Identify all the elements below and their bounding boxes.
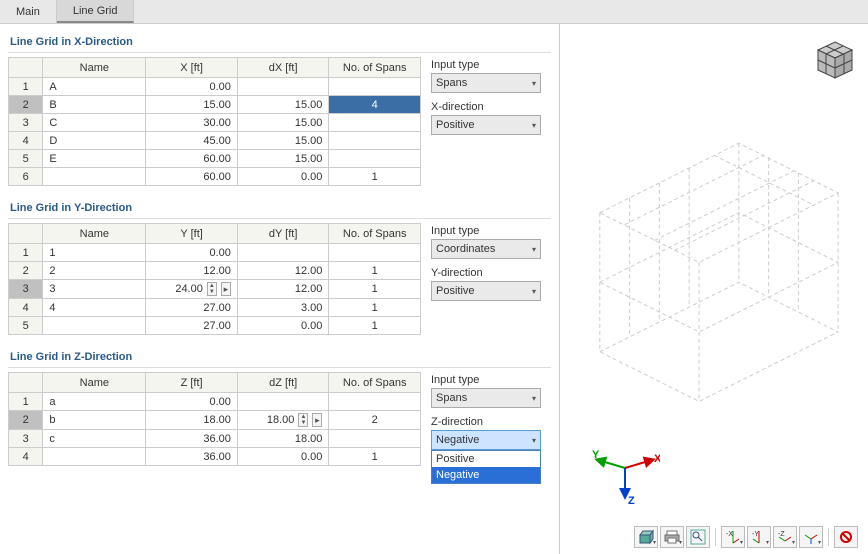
- svg-text:Z: Z: [628, 495, 635, 507]
- z-input-select[interactable]: Spans▾: [431, 388, 541, 408]
- col-y-name: Name: [43, 224, 146, 244]
- spinner-buttons[interactable]: ▲▼: [298, 413, 308, 427]
- table-row: 527.000.001: [9, 317, 421, 335]
- z-dir-select[interactable]: Negative▾: [431, 430, 541, 450]
- toolbar-separator: [828, 528, 829, 546]
- tab-linegrid[interactable]: Line Grid: [57, 0, 135, 23]
- zoom-extents-button[interactable]: [686, 526, 710, 548]
- col-z-name: Name: [43, 373, 146, 393]
- table-row: 110.00: [9, 244, 421, 262]
- chevron-down-icon: ▾: [532, 436, 536, 445]
- grid-preview[interactable]: [570, 34, 858, 471]
- col-x-delta: dX [ft]: [237, 58, 329, 78]
- table-row: 5E60.0015.00: [9, 150, 421, 168]
- axis-y-button[interactable]: -Y▾: [747, 526, 771, 548]
- table-row: 2b18.0018.00▲▼▸2: [9, 411, 421, 430]
- col-y-delta: dY [ft]: [237, 224, 329, 244]
- chevron-down-icon: ▼: [299, 420, 307, 426]
- table-row: 3C30.0015.00: [9, 114, 421, 132]
- table-row: 660.000.001: [9, 168, 421, 186]
- table-z[interactable]: Name Z [ft] dZ [ft] No. of Spans 1a0.00 …: [8, 372, 421, 466]
- col-x-coord: X [ft]: [146, 58, 238, 78]
- x-dir-label: X-direction: [431, 101, 551, 113]
- tab-main-label: Main: [16, 6, 40, 18]
- more-button[interactable]: ▸: [221, 282, 231, 296]
- table-row: 3324.00▲▼▸12.001: [9, 280, 421, 299]
- svg-text:Y: Y: [592, 449, 600, 461]
- selected-cell-x-spans[interactable]: 4: [329, 96, 421, 114]
- table-y[interactable]: Name Y [ft] dY [ft] No. of Spans 110.00 …: [8, 223, 421, 335]
- tab-linegrid-label: Line Grid: [73, 5, 118, 17]
- z-dir-dropdown[interactable]: Positive Negative: [431, 450, 541, 484]
- chevron-down-icon: ▾: [532, 287, 536, 296]
- col-x-name: Name: [43, 58, 146, 78]
- y-input-select[interactable]: Coordinates▾: [431, 239, 541, 259]
- left-panel: Line Grid in X-Direction Name X [ft] dX …: [0, 24, 560, 554]
- x-input-label: Input type: [431, 59, 551, 71]
- col-y-coord: Y [ft]: [146, 224, 238, 244]
- toolbar-separator: [715, 528, 716, 546]
- y-coord-editor[interactable]: 24.00▲▼▸: [146, 280, 238, 299]
- col-y-spans: No. of Spans: [329, 224, 421, 244]
- table-row: 1a0.00: [9, 393, 421, 411]
- table-row: 2B15.0015.004: [9, 96, 421, 114]
- col-z-spans: No. of Spans: [329, 373, 421, 393]
- more-button[interactable]: ▸: [312, 413, 322, 427]
- chevron-down-icon: ▼: [208, 289, 216, 295]
- col-x-spans: No. of Spans: [329, 58, 421, 78]
- col-x-idx: [9, 58, 43, 78]
- svg-text:-Z: -Z: [778, 531, 785, 538]
- col-z-idx: [9, 373, 43, 393]
- table-row: 436.000.001: [9, 448, 421, 466]
- reset-view-button[interactable]: [834, 526, 858, 548]
- table-row: 2212.0012.001: [9, 262, 421, 280]
- tab-bar: Main Line Grid: [0, 0, 868, 24]
- section-y: Line Grid in Y-Direction Name Y [ft] dY …: [8, 198, 551, 335]
- section-z-title: Line Grid in Z-Direction: [8, 347, 551, 368]
- chevron-down-icon: ▾: [532, 245, 536, 254]
- axis-gizmo-icon[interactable]: X Y Z: [590, 438, 660, 508]
- col-y-idx: [9, 224, 43, 244]
- section-z: Line Grid in Z-Direction Name Z [ft] dZ …: [8, 347, 551, 484]
- y-dir-select[interactable]: Positive▾: [431, 281, 541, 301]
- y-input-label: Input type: [431, 225, 551, 237]
- y-dir-label: Y-direction: [431, 267, 551, 279]
- z-dir-label: Z-direction: [431, 416, 551, 428]
- svg-text:X: X: [654, 453, 660, 465]
- preview-panel: X Y Z ▾ ▾ -X▾ -Y▾ -Z▾ ▾: [560, 24, 868, 554]
- chevron-down-icon: ▾: [532, 394, 536, 403]
- table-row: 4427.003.001: [9, 299, 421, 317]
- x-dir-select[interactable]: Positive▾: [431, 115, 541, 135]
- x-input-select[interactable]: Spans▾: [431, 73, 541, 93]
- chevron-down-icon: ▾: [532, 79, 536, 88]
- preview-toolbar: ▾ ▾ -X▾ -Y▾ -Z▾ ▾: [634, 526, 858, 548]
- z-dir-option-negative[interactable]: Negative: [432, 467, 540, 483]
- col-z-delta: dZ [ft]: [237, 373, 329, 393]
- section-x: Line Grid in X-Direction Name X [ft] dX …: [8, 32, 551, 186]
- table-row: 1A0.00: [9, 78, 421, 96]
- axis-iso-button[interactable]: ▾: [799, 526, 823, 548]
- section-y-title: Line Grid in Y-Direction: [8, 198, 551, 219]
- tab-main[interactable]: Main: [0, 0, 57, 23]
- z-input-label: Input type: [431, 374, 551, 386]
- table-x[interactable]: Name X [ft] dX [ft] No. of Spans 1A0.00 …: [8, 57, 421, 186]
- z-delta-editor[interactable]: 18.00▲▼▸: [237, 411, 329, 430]
- table-row: 3c36.0018.00: [9, 430, 421, 448]
- axis-z-button[interactable]: -Z▾: [773, 526, 797, 548]
- col-z-coord: Z [ft]: [146, 373, 238, 393]
- spinner-buttons[interactable]: ▲▼: [207, 282, 217, 296]
- section-x-title: Line Grid in X-Direction: [8, 32, 551, 53]
- print-button[interactable]: ▾: [660, 526, 684, 548]
- view-iso-button[interactable]: ▾: [634, 526, 658, 548]
- z-dir-option-positive[interactable]: Positive: [432, 451, 540, 467]
- table-row: 4D45.0015.00: [9, 132, 421, 150]
- chevron-down-icon: ▾: [532, 121, 536, 130]
- svg-text:-X: -X: [726, 531, 733, 538]
- axis-x-button[interactable]: -X▾: [721, 526, 745, 548]
- svg-text:-Y: -Y: [752, 531, 759, 538]
